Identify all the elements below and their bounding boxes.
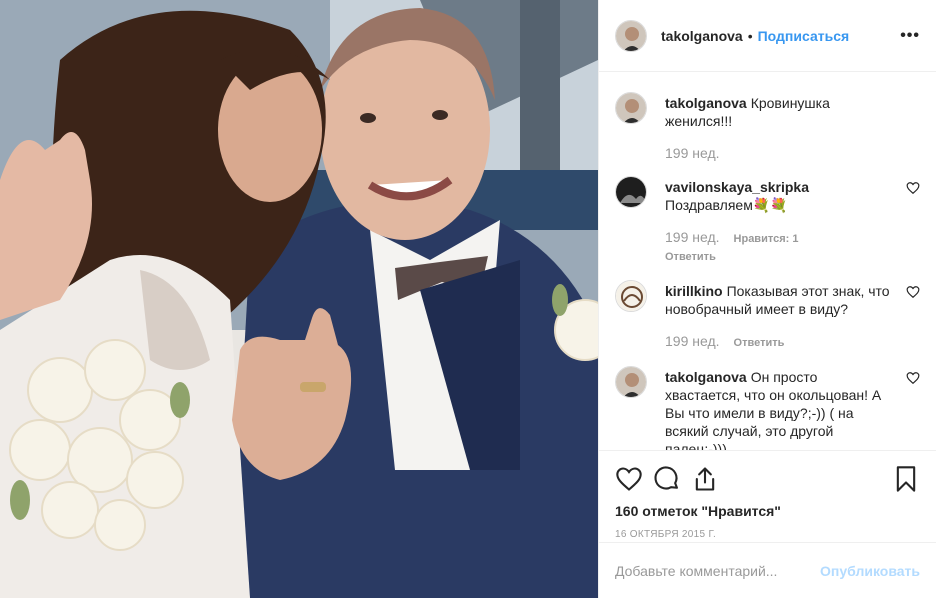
- comment-time[interactable]: 199 нед.: [665, 228, 720, 246]
- comment-body: kirillkino Показывая этот знак, что новоб…: [665, 282, 920, 352]
- comment-icon[interactable]: [653, 465, 681, 493]
- publish-button[interactable]: Опубликовать: [820, 563, 920, 579]
- comment-meta: 199 нед. Ответить: [665, 332, 892, 352]
- comment-author[interactable]: takolganova: [665, 369, 747, 385]
- comment-avatar[interactable]: [615, 280, 647, 312]
- share-icon[interactable]: [691, 465, 719, 493]
- likes-count[interactable]: 160 отметок "Нравится": [615, 503, 920, 519]
- comment-input[interactable]: [615, 562, 821, 579]
- more-options-icon[interactable]: •••: [900, 27, 920, 45]
- comment-time[interactable]: 199 нед.: [665, 332, 720, 350]
- reply-button[interactable]: Ответить: [734, 334, 785, 352]
- comment-text: Поздравляем💐💐: [665, 197, 788, 213]
- comment-likes-count[interactable]: Нравится: 1: [734, 230, 799, 248]
- comment-avatar[interactable]: [615, 176, 647, 208]
- comments-list[interactable]: takolganova Кровинушка женился!!! 199 нед…: [599, 72, 936, 450]
- comment-body: takolganova Кровинушка женился!!! 199 нед…: [665, 94, 920, 162]
- comment-author[interactable]: kirillkino: [665, 283, 723, 299]
- comment-item: vavilonskaya_skripka Поздравляем💐💐 199 н…: [615, 176, 920, 266]
- action-icons-row: [615, 459, 920, 499]
- comment-time[interactable]: 199 нед.: [665, 144, 720, 162]
- comment-avatar[interactable]: [615, 366, 647, 398]
- follow-button[interactable]: Подписаться: [758, 28, 850, 44]
- comment-author[interactable]: takolganova: [665, 95, 747, 111]
- comment-body: takolganova Он просто хвастается, что он …: [665, 368, 920, 450]
- post-actions: 160 отметок "Нравится" 16 октября 2015 г…: [599, 450, 936, 540]
- comment-item: takolganova Он просто хвастается, что он …: [615, 366, 920, 450]
- author-username[interactable]: takolganova: [661, 28, 743, 44]
- bookmark-icon[interactable]: [892, 465, 920, 493]
- comment-author[interactable]: vavilonskaya_skripka: [665, 179, 809, 195]
- wedding-photo-illustration: [0, 0, 598, 598]
- comment-item: takolganova Кровинушка женился!!! 199 нед…: [615, 92, 920, 162]
- post-photo[interactable]: [0, 0, 598, 598]
- heart-icon[interactable]: [906, 285, 920, 299]
- reply-button[interactable]: Ответить: [665, 248, 892, 266]
- comment-meta: 199 нед. Нравится: 1: [665, 228, 892, 248]
- post-header: takolganova • Подписаться •••: [599, 0, 936, 72]
- heart-icon[interactable]: [906, 371, 920, 385]
- comment-meta: 199 нед.: [665, 144, 892, 162]
- author-avatar[interactable]: [615, 19, 647, 52]
- post-side-panel: takolganova • Подписаться ••• takolganov…: [598, 0, 936, 598]
- separator-dot: •: [747, 27, 753, 44]
- post-date[interactable]: 16 октября 2015 г.: [615, 529, 920, 540]
- add-comment-bar: Опубликовать: [599, 542, 936, 598]
- heart-icon[interactable]: [906, 181, 920, 195]
- comment-avatar[interactable]: [615, 92, 647, 124]
- heart-icon[interactable]: [615, 465, 643, 493]
- comment-body: vavilonskaya_skripka Поздравляем💐💐 199 н…: [665, 178, 920, 266]
- comment-item: kirillkino Показывая этот знак, что новоб…: [615, 280, 920, 352]
